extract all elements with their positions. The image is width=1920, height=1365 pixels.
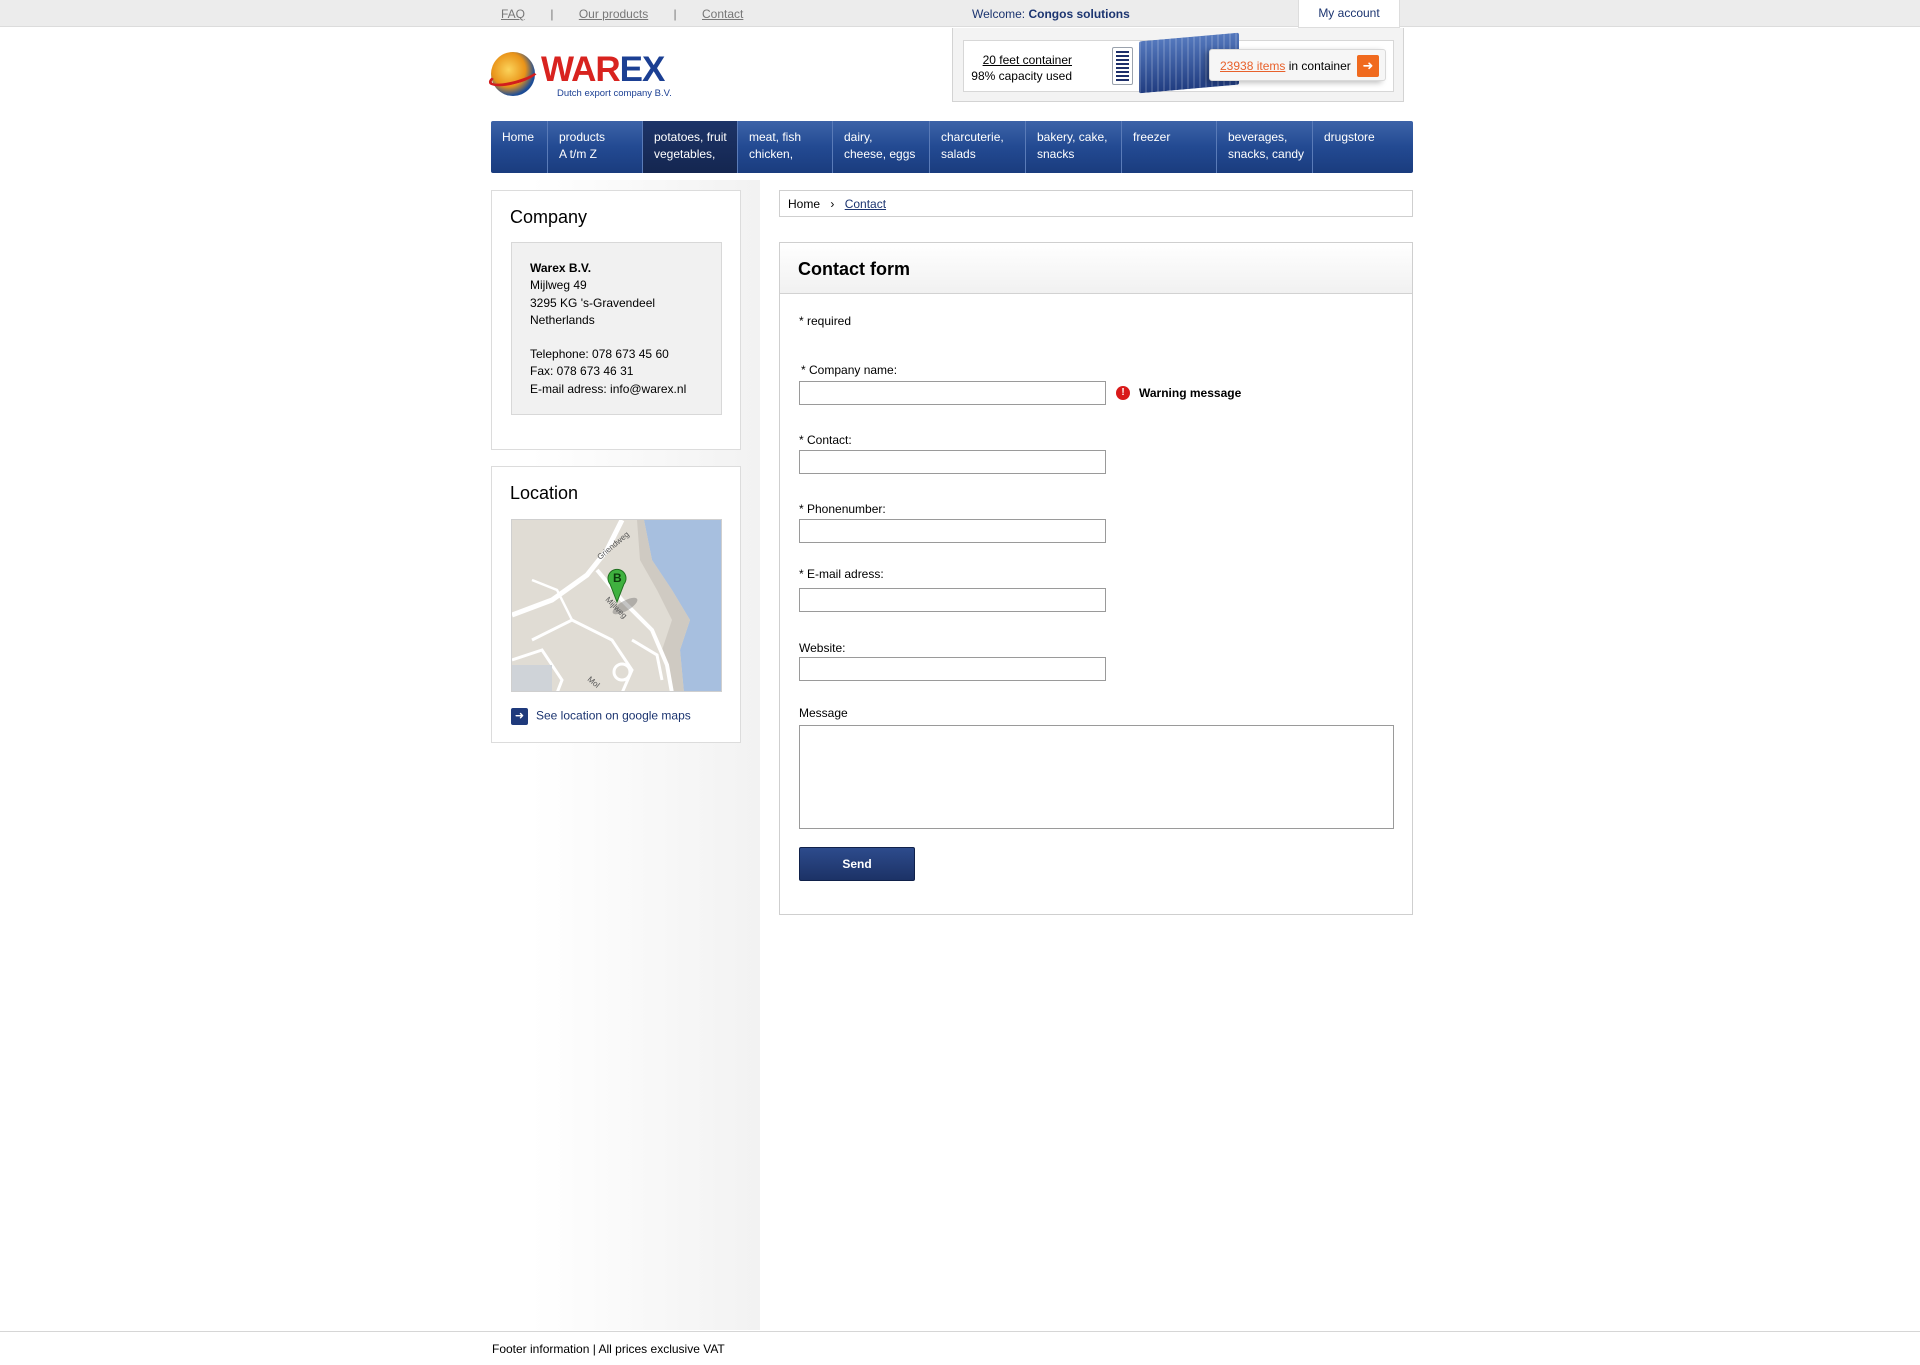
- nav-bakery[interactable]: bakery, cake, snacks: [1026, 121, 1122, 173]
- container-capacity-text: 98% capacity used: [971, 69, 1072, 83]
- google-maps-link-text: See location on google maps: [536, 708, 691, 723]
- nav-home[interactable]: Home: [491, 121, 548, 173]
- contact-form-header: Contact form: [780, 243, 1412, 294]
- container-summary: 20 feet container 98% capacity used 2393…: [963, 32, 1394, 94]
- location-map[interactable]: B Griendweg Mijlweg Mol: [511, 519, 722, 692]
- nav-charcuterie[interactable]: charcuterie, salads: [930, 121, 1026, 173]
- location-title: Location: [510, 483, 579, 503]
- contact-link[interactable]: Contact: [702, 7, 743, 21]
- capacity-gauge: [1112, 47, 1133, 85]
- logo-tagline: Dutch export company B.V.: [557, 88, 672, 99]
- breadcrumb-home[interactable]: Home: [788, 197, 820, 211]
- nav-drugstore[interactable]: drugstore: [1313, 121, 1413, 173]
- contact-form-title: Contact form: [798, 259, 910, 279]
- location-panel: Location B Griendweg Mijlweg Mol ➜ See lo…: [491, 466, 741, 743]
- breadcrumb: Home › Contact: [779, 190, 1413, 217]
- company-city: 3295 KG 's-Gravendeel: [530, 295, 656, 310]
- contact-input[interactable]: [799, 450, 1106, 474]
- required-note: * required: [799, 314, 852, 328]
- company-name: Warex B.V.: [530, 261, 592, 275]
- items-count-link[interactable]: 23938 items: [1220, 59, 1285, 73]
- company-name-label: * Company name:: [801, 363, 898, 377]
- top-links: FAQ | Our products | Contact: [501, 7, 743, 21]
- nav-products[interactable]: products A t/m Z: [548, 121, 643, 173]
- logo-wordmark: WAREX: [541, 50, 665, 89]
- footer: Footer information | All prices exclusiv…: [0, 1331, 1920, 1365]
- company-email: E-mail adress: info@warex.nl: [530, 381, 687, 396]
- message-label: Message: [799, 706, 848, 720]
- welcome-message: Welcome: Congos solutions: [972, 7, 1130, 21]
- nav-dairy[interactable]: dairy, cheese, eggs: [833, 121, 930, 173]
- items-suffix: in container: [1288, 59, 1351, 73]
- website-input[interactable]: [799, 657, 1106, 681]
- map-graphic: B Griendweg Mijlweg Mol: [512, 520, 721, 691]
- map-marker-label: B: [613, 571, 622, 585]
- email-input[interactable]: [799, 588, 1106, 612]
- company-name-input[interactable]: [799, 381, 1106, 405]
- company-address: Warex B.V. Mijlweg 49 3295 KG 's-Gravend…: [511, 242, 722, 415]
- main-nav: Home products A t/m Z potatoes, fruit vege…: [491, 121, 1413, 173]
- footer-text: Footer information | All prices exclusiv…: [492, 1342, 725, 1356]
- top-links-separator: |: [673, 7, 677, 21]
- company-telephone: Telephone: 078 673 45 60: [530, 347, 669, 362]
- contact-form: Contact form * required * Company name: …: [779, 242, 1413, 915]
- nav-freezer[interactable]: freezer: [1122, 121, 1217, 173]
- arrow-right-icon[interactable]: ➜: [1357, 55, 1379, 77]
- top-links-separator: |: [550, 7, 554, 21]
- arrow-right-icon: ➜: [511, 708, 528, 725]
- our-products-link[interactable]: Our products: [579, 7, 648, 21]
- phonenumber-input[interactable]: [799, 519, 1106, 543]
- breadcrumb-current[interactable]: Contact: [845, 197, 886, 211]
- company-street: Mijlweg 49: [530, 278, 587, 293]
- send-button[interactable]: Send: [799, 847, 915, 881]
- message-textarea[interactable]: [799, 725, 1394, 829]
- capacity-gauge-fill: [1116, 51, 1129, 81]
- company-country: Netherlands: [530, 312, 595, 327]
- container-items-box: 23938 items in container ➜: [1209, 49, 1386, 81]
- warning-message: Warning message: [1139, 386, 1242, 400]
- phonenumber-label: * Phonenumber:: [799, 502, 886, 516]
- nav-potatoes-fruit[interactable]: potatoes, fruit vegetables,: [643, 121, 738, 173]
- faq-link[interactable]: FAQ: [501, 7, 525, 21]
- contact-label: * Contact:: [799, 433, 852, 447]
- welcome-prefix: Welcome:: [972, 7, 1026, 21]
- company-fax: Fax: 078 673 46 31: [530, 364, 634, 379]
- container-widget: 20 feet container 98% capacity used 2393…: [952, 28, 1404, 102]
- company-panel: Company Warex B.V. Mijlweg 49 3295 KG 's…: [491, 190, 741, 450]
- company-title: Company: [510, 207, 588, 227]
- email-label: * E-mail adress:: [799, 567, 884, 581]
- chevron-right-icon: ›: [830, 197, 835, 211]
- welcome-user-name: Congos solutions: [1028, 7, 1130, 21]
- top-bar: FAQ | Our products | Contact Welcome: Co…: [0, 0, 1920, 28]
- nav-beverages[interactable]: beverages, snacks, candy: [1217, 121, 1313, 173]
- google-maps-link[interactable]: ➜ See location on google maps: [511, 708, 691, 725]
- warning-icon: !: [1116, 386, 1130, 400]
- container-type-link[interactable]: 20 feet container: [983, 53, 1072, 67]
- website-label: Website:: [799, 641, 846, 655]
- nav-meat-fish[interactable]: meat, fish chicken,: [738, 121, 833, 173]
- warex-logo[interactable]: WAREX Dutch export company B.V.: [486, 50, 681, 100]
- my-account-button[interactable]: My account: [1298, 0, 1400, 28]
- container-items-text: 23938 items in container: [1220, 59, 1351, 73]
